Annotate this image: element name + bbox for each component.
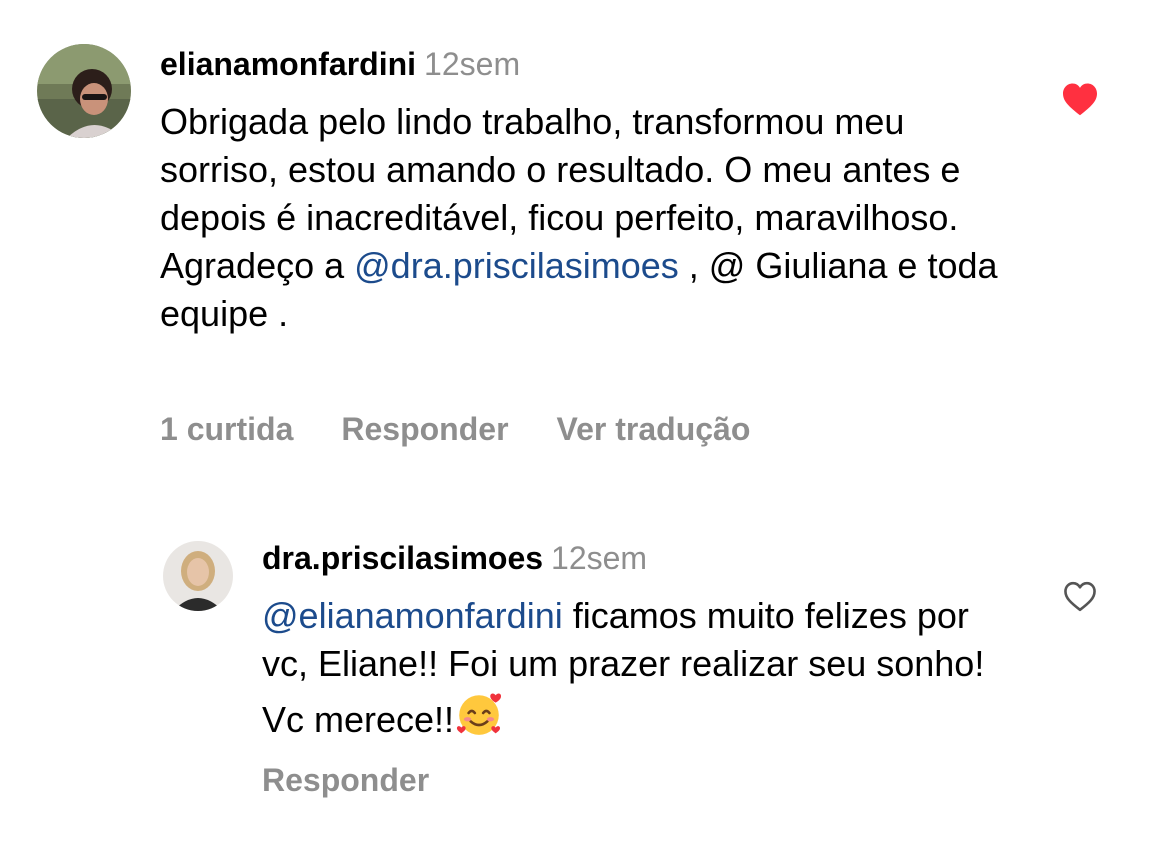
comment-2: dra.priscilasimoes 12sem @elianamonfardin…: [0, 470, 1170, 853]
smiling-face-with-hearts-emoji: [454, 688, 504, 750]
comment-timestamp: 12sem: [424, 46, 521, 82]
likes-count[interactable]: 1 curtida: [160, 411, 293, 447]
avatar-photo: [37, 44, 131, 138]
comment-timestamp: 12sem: [551, 540, 648, 576]
heart-outline-icon[interactable]: [1062, 580, 1098, 612]
heart-filled-icon[interactable]: [1061, 82, 1099, 116]
mention-link[interactable]: @dra.priscilasimoes: [354, 245, 679, 286]
comment-1: elianamonfardini 12sem Obrigada pelo lind…: [0, 0, 1170, 470]
comment-username[interactable]: elianamonfardini: [160, 46, 416, 82]
comment-text: @elianamonfardini ficamos muito felizes …: [262, 592, 992, 750]
avatar-photo: [163, 541, 233, 611]
reply-button[interactable]: Responder: [341, 411, 508, 447]
avatar[interactable]: [163, 541, 233, 611]
mention-link[interactable]: @elianamonfardini: [262, 595, 563, 636]
comment-text: Obrigada pelo lindo trabalho, transformo…: [160, 101, 998, 334]
reply-button[interactable]: Responder: [262, 762, 429, 798]
see-translation-button[interactable]: Ver tradução: [557, 411, 751, 447]
comment-username[interactable]: dra.priscilasimoes: [262, 540, 543, 576]
avatar[interactable]: [37, 44, 131, 138]
